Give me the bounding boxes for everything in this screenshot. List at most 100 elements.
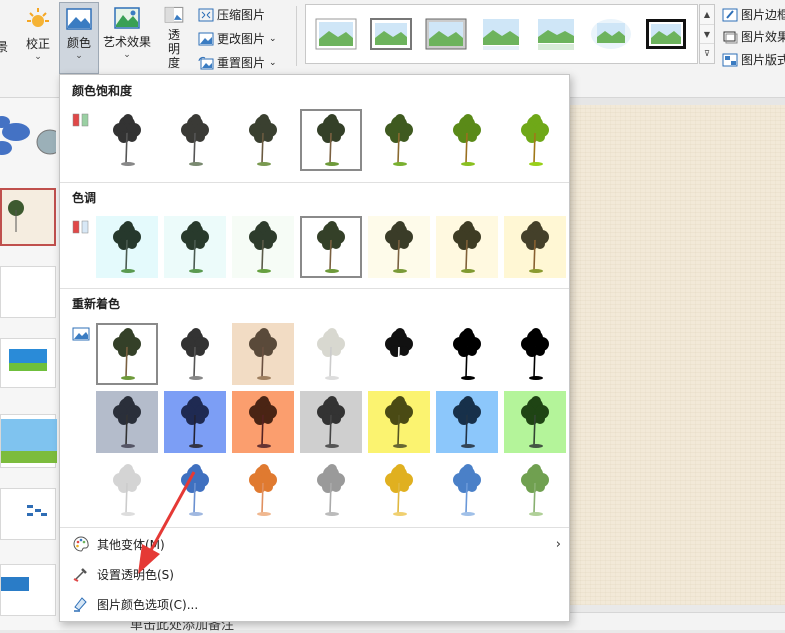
tone-option[interactable]: [232, 216, 294, 278]
artistic-effects-button[interactable]: 艺术效果 ⌄: [100, 6, 154, 66]
picture-style-thumb[interactable]: [369, 17, 413, 51]
slide-thumbnail-panel: [0, 98, 64, 630]
format-picture-icon: [71, 595, 91, 613]
recolor-option[interactable]: [232, 323, 294, 385]
picture-border-button[interactable]: 图片边框: [722, 6, 785, 23]
recolor-option[interactable]: [96, 323, 158, 385]
tone-option[interactable]: [368, 216, 430, 278]
picture-effects-icon: [723, 31, 738, 43]
change-picture-button[interactable]: 更改图片 ⌄: [198, 30, 277, 47]
transparency-button[interactable]: 透明度: [158, 6, 190, 70]
gallery-scroll[interactable]: ▲ ▼ ⊽: [699, 4, 715, 64]
slide-thumbnail[interactable]: [0, 338, 56, 388]
recolor-option[interactable]: [300, 391, 362, 453]
chevron-down-icon: ⌄: [123, 50, 131, 60]
recolor-option[interactable]: [300, 459, 362, 521]
slide-thumbnail[interactable]: [0, 266, 56, 318]
picture-color-options-label: 图片颜色选项(C)...: [97, 597, 199, 612]
slide-thumbnail[interactable]: [0, 108, 64, 178]
submenu-arrow-icon: ›: [555, 536, 561, 552]
reset-picture-icon: [198, 56, 214, 69]
recolor-option[interactable]: [504, 323, 566, 385]
tone-option[interactable]: [436, 216, 498, 278]
recolor-option[interactable]: [300, 323, 362, 385]
recolor-option[interactable]: [232, 459, 294, 521]
recolor-option[interactable]: [164, 459, 226, 521]
picture-styles-gallery: [305, 4, 698, 64]
set-transparent-color-label: 设置透明色(S): [97, 567, 174, 582]
compress-icon: [198, 8, 214, 21]
tone-option[interactable]: [164, 216, 226, 278]
color-button[interactable]: 颜色 ⌄: [59, 2, 99, 74]
picture-style-thumb[interactable]: [424, 17, 468, 51]
reset-picture-button[interactable]: 重置图片 ⌄: [198, 54, 277, 71]
slide-thumbnail-selected[interactable]: [0, 188, 56, 246]
palette-icon: [71, 535, 91, 553]
recolor-option[interactable]: [368, 391, 430, 453]
recolor-option[interactable]: [436, 459, 498, 521]
eyedropper-icon: [71, 565, 91, 583]
picture-color-icon: [66, 8, 92, 30]
color-dropdown-menu: 颜色饱和度 色调 重新着色 其他变体(M) › 设置透明色(S) 图片颜色选项(…: [59, 74, 570, 622]
recolor-option[interactable]: [164, 391, 226, 453]
ribbon-divider: [296, 6, 297, 66]
recolor-option[interactable]: [96, 391, 158, 453]
slide-thumbnail[interactable]: [0, 564, 56, 616]
divider: [60, 288, 569, 289]
picture-style-thumb[interactable]: [534, 17, 578, 51]
tone-option[interactable]: [96, 216, 158, 278]
picture-effects-button[interactable]: 图片效果: [722, 28, 785, 45]
correct-button[interactable]: 校正 ⌄: [18, 6, 58, 66]
slide-thumbnail[interactable]: [0, 414, 57, 468]
tone-option[interactable]: [300, 216, 362, 278]
compress-pictures-button[interactable]: 压缩图片: [198, 6, 265, 23]
slide-canvas[interactable]: [570, 105, 785, 605]
recolor-option[interactable]: [164, 323, 226, 385]
saturation-option[interactable]: [232, 109, 294, 171]
saturation-option[interactable]: [96, 109, 158, 171]
saturation-icon: [72, 113, 89, 127]
tone-header: 色调: [60, 188, 569, 208]
editor-top-edge: [570, 98, 785, 105]
tone-icon: [72, 220, 89, 234]
correct-label: 校正: [25, 37, 50, 51]
color-label: 颜色: [66, 36, 91, 50]
divider: [60, 182, 569, 183]
scroll-up-icon[interactable]: ▲: [700, 5, 714, 25]
chevron-down-icon: ⌄: [75, 51, 83, 61]
recolor-icon: [72, 327, 90, 341]
picture-style-thumb[interactable]: [479, 17, 523, 51]
recolor-option[interactable]: [504, 391, 566, 453]
recolor-header: 重新着色: [60, 294, 569, 314]
saturation-option[interactable]: [164, 109, 226, 171]
picture-style-thumb[interactable]: [644, 17, 688, 51]
transparency-icon: [164, 6, 184, 23]
recolor-option[interactable]: [232, 391, 294, 453]
scroll-down-icon[interactable]: ▼: [700, 25, 714, 45]
recolor-option[interactable]: [368, 459, 430, 521]
artistic-effects-label: 艺术效果: [102, 35, 151, 49]
saturation-header: 颜色饱和度: [60, 81, 569, 101]
recolor-option[interactable]: [436, 391, 498, 453]
picture-style-thumb[interactable]: [589, 17, 633, 51]
recolor-option[interactable]: [504, 459, 566, 521]
picture-color-options-item[interactable]: 图片颜色选项(C)...: [60, 591, 569, 617]
transparency-label: 透明度: [167, 28, 180, 70]
change-picture-icon: [198, 32, 214, 45]
more-variants-item[interactable]: 其他变体(M) ›: [60, 531, 569, 557]
recolor-option[interactable]: [96, 459, 158, 521]
tone-option[interactable]: [504, 216, 566, 278]
set-transparent-color-item[interactable]: 设置透明色(S): [60, 561, 569, 587]
picture-style-thumb[interactable]: [314, 17, 358, 51]
gallery-more-icon[interactable]: ⊽: [700, 44, 714, 63]
picture-layout-button[interactable]: 图片版式: [722, 51, 785, 68]
slide-thumbnail[interactable]: [0, 488, 56, 540]
recolor-option[interactable]: [368, 323, 430, 385]
picture-border-icon: [722, 8, 738, 21]
saturation-option[interactable]: [368, 109, 430, 171]
left-edge-label: 景: [0, 40, 9, 54]
saturation-option[interactable]: [504, 109, 566, 171]
saturation-option[interactable]: [300, 109, 362, 171]
recolor-option[interactable]: [436, 323, 498, 385]
saturation-option[interactable]: [436, 109, 498, 171]
